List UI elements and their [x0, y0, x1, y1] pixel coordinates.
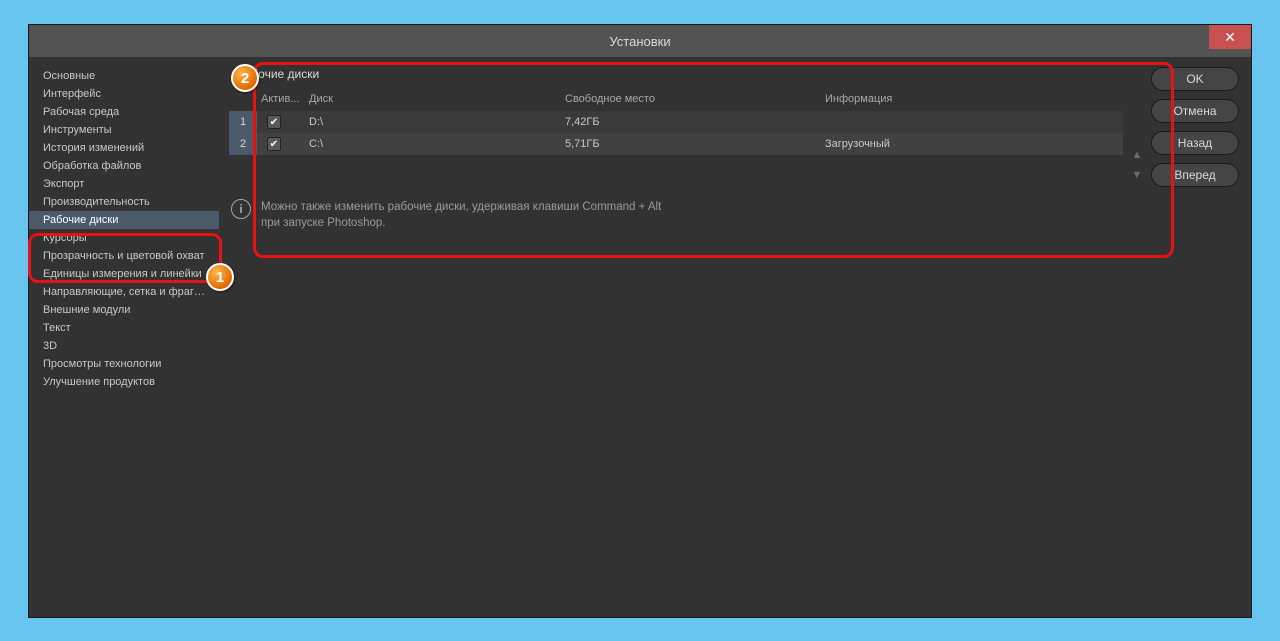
header-active: Актив...: [257, 93, 305, 105]
cancel-button[interactable]: Отмена: [1151, 99, 1239, 123]
sidebar-item[interactable]: Прозрачность и цветовой охват: [29, 247, 219, 265]
sidebar-item[interactable]: Обработка файлов: [29, 157, 219, 175]
row-number: 1: [229, 111, 257, 133]
free-cell: 7,42ГБ: [565, 116, 825, 128]
close-button[interactable]: ✕: [1209, 25, 1251, 49]
free-cell: 5,71ГБ: [565, 138, 825, 150]
sidebar-item[interactable]: Основные: [29, 67, 219, 85]
hint-text: Можно также изменить рабочие диски, удер…: [261, 199, 661, 231]
sidebar-item[interactable]: Улучшение продуктов: [29, 373, 219, 391]
table-row[interactable]: 2 ✔ C:\5,71ГБЗагрузочный: [229, 133, 1123, 155]
next-button[interactable]: Вперед: [1151, 163, 1239, 187]
sidebar-item[interactable]: Единицы измерения и линейки: [29, 265, 219, 283]
header-free: Свободное место: [565, 93, 825, 105]
sidebar-item[interactable]: Рабочие диски: [29, 211, 219, 229]
sidebar: ОсновныеИнтерфейсРабочая средаИнструмент…: [29, 57, 219, 617]
header-disk: Диск: [305, 93, 565, 105]
sidebar-item[interactable]: Рабочая среда: [29, 103, 219, 121]
sidebar-item[interactable]: Экспорт: [29, 175, 219, 193]
close-icon: ✕: [1224, 29, 1236, 46]
disk-cell: C:\: [305, 138, 565, 150]
arrow-up-icon[interactable]: ▲: [1132, 149, 1143, 161]
sidebar-item[interactable]: Производительность: [29, 193, 219, 211]
active-cell: ✔: [257, 137, 305, 151]
scratch-disk-table: Актив... Диск Свободное место Информация…: [229, 89, 1123, 181]
preferences-window: Установки ✕ ОсновныеИнтерфейсРабочая сре…: [28, 24, 1252, 618]
panel-title: Рабочие диски: [219, 57, 1151, 89]
checkbox[interactable]: ✔: [267, 115, 281, 129]
callout-badge-1: 1: [206, 263, 234, 291]
sidebar-item[interactable]: Текст: [29, 319, 219, 337]
disk-cell: D:\: [305, 116, 565, 128]
back-button[interactable]: Назад: [1151, 131, 1239, 155]
sidebar-item[interactable]: Просмотры технологии: [29, 355, 219, 373]
info-icon: i: [231, 199, 251, 219]
sidebar-item[interactable]: 3D: [29, 337, 219, 355]
info-cell: Загрузочный: [825, 138, 1123, 150]
table-row[interactable]: 1 ✔ D:\7,42ГБ: [229, 111, 1123, 133]
active-cell: ✔: [257, 115, 305, 129]
header-info: Информация: [825, 93, 1123, 105]
row-number: 2: [229, 133, 257, 155]
table-header: Актив... Диск Свободное место Информация: [229, 89, 1123, 111]
sidebar-item[interactable]: Инструменты: [29, 121, 219, 139]
sidebar-item[interactable]: Направляющие, сетка и фрагменты: [29, 283, 219, 301]
sidebar-item[interactable]: Курсоры: [29, 229, 219, 247]
arrow-down-icon[interactable]: ▼: [1132, 169, 1143, 181]
sidebar-item[interactable]: История изменений: [29, 139, 219, 157]
checkbox[interactable]: ✔: [267, 137, 281, 151]
sidebar-item[interactable]: Интерфейс: [29, 85, 219, 103]
main-panel: Рабочие диски Актив... Диск Свободное ме…: [219, 57, 1151, 617]
window-title: Установки: [609, 34, 670, 49]
reorder-arrows: ▲ ▼: [1123, 89, 1151, 181]
callout-badge-2: 2: [231, 64, 259, 92]
sidebar-item[interactable]: Внешние модули: [29, 301, 219, 319]
titlebar: Установки ✕: [29, 25, 1251, 57]
ok-button[interactable]: OK: [1151, 67, 1239, 91]
dialog-buttons: OK Отмена Назад Вперед: [1151, 57, 1251, 617]
